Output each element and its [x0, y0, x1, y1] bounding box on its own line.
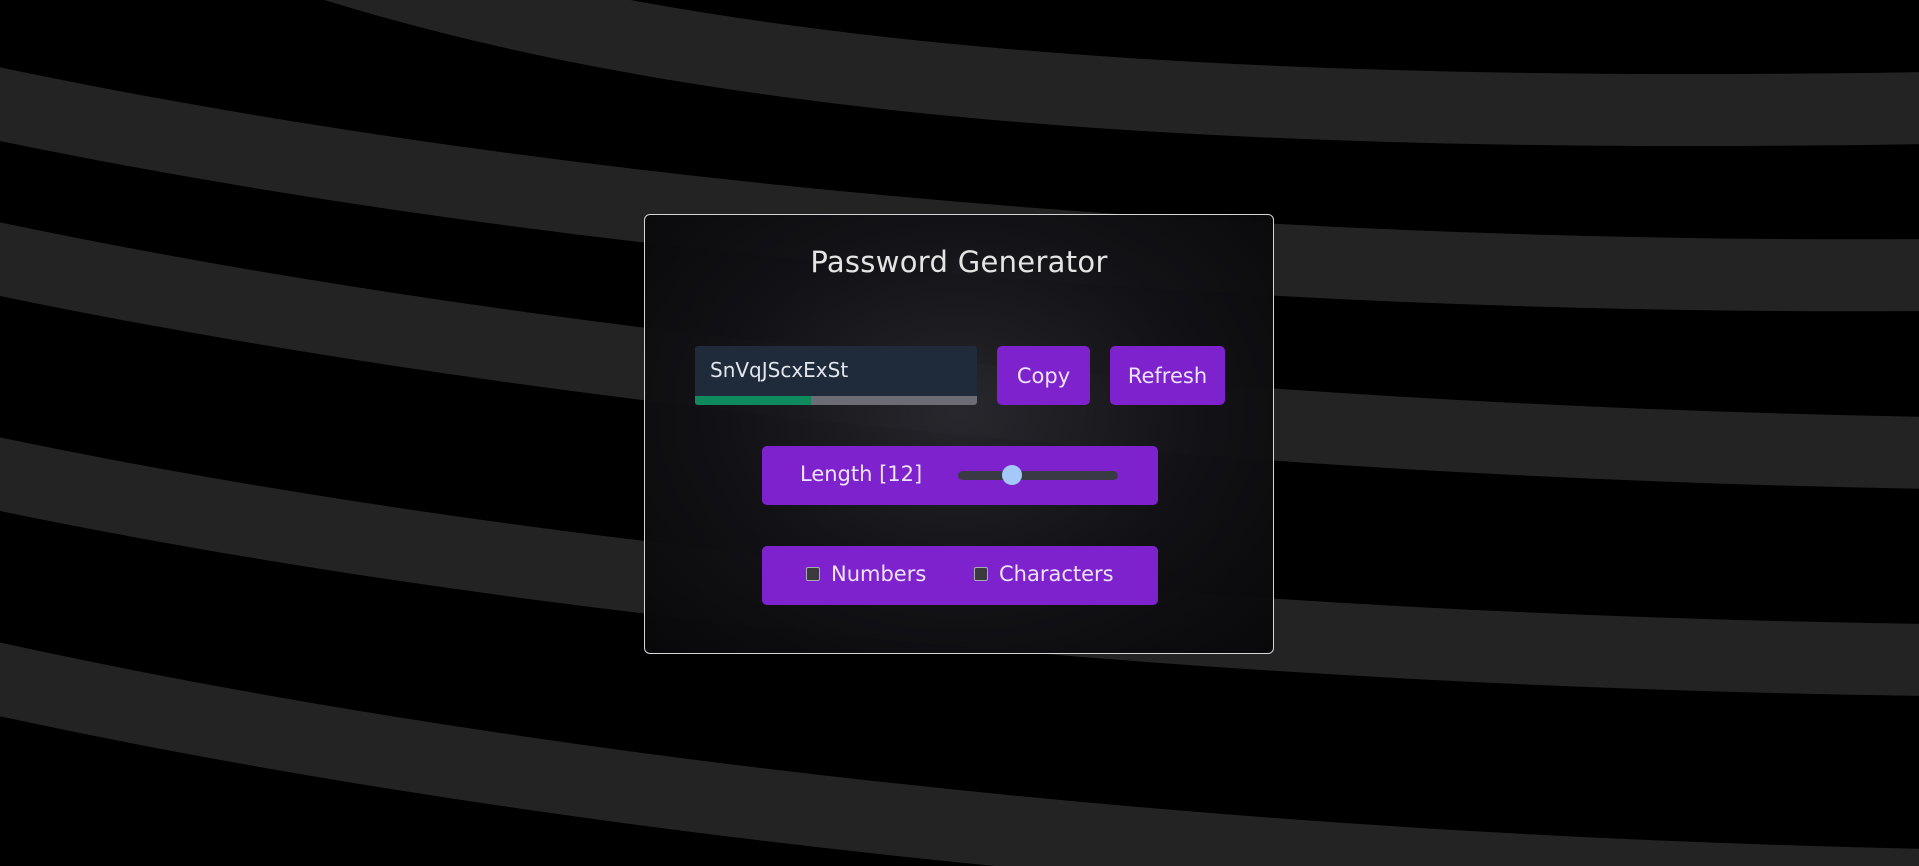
characters-checkbox[interactable] — [974, 567, 988, 581]
refresh-button[interactable]: Refresh — [1110, 346, 1225, 405]
copy-button[interactable]: Copy — [997, 346, 1090, 405]
numbers-checkbox[interactable] — [806, 567, 820, 581]
options-panel: Numbers Characters — [762, 546, 1158, 605]
length-label: Length [12] — [800, 462, 923, 486]
password-output[interactable]: SnVqJScxExSt — [695, 346, 977, 405]
numbers-option[interactable]: Numbers — [806, 562, 926, 586]
password-generator-card: Password Generator SnVqJScxExSt Copy Ref… — [644, 214, 1274, 654]
page-title: Password Generator — [810, 245, 1108, 279]
length-panel: Length [12] — [762, 446, 1158, 505]
strength-meter — [695, 396, 977, 405]
length-slider-thumb[interactable] — [1002, 465, 1023, 485]
password-value: SnVqJScxExSt — [710, 358, 849, 382]
characters-label: Characters — [999, 562, 1114, 586]
strength-meter-fill — [695, 396, 811, 405]
numbers-label: Numbers — [831, 562, 927, 586]
characters-option[interactable]: Characters — [974, 562, 1114, 586]
length-slider[interactable] — [958, 465, 1118, 485]
